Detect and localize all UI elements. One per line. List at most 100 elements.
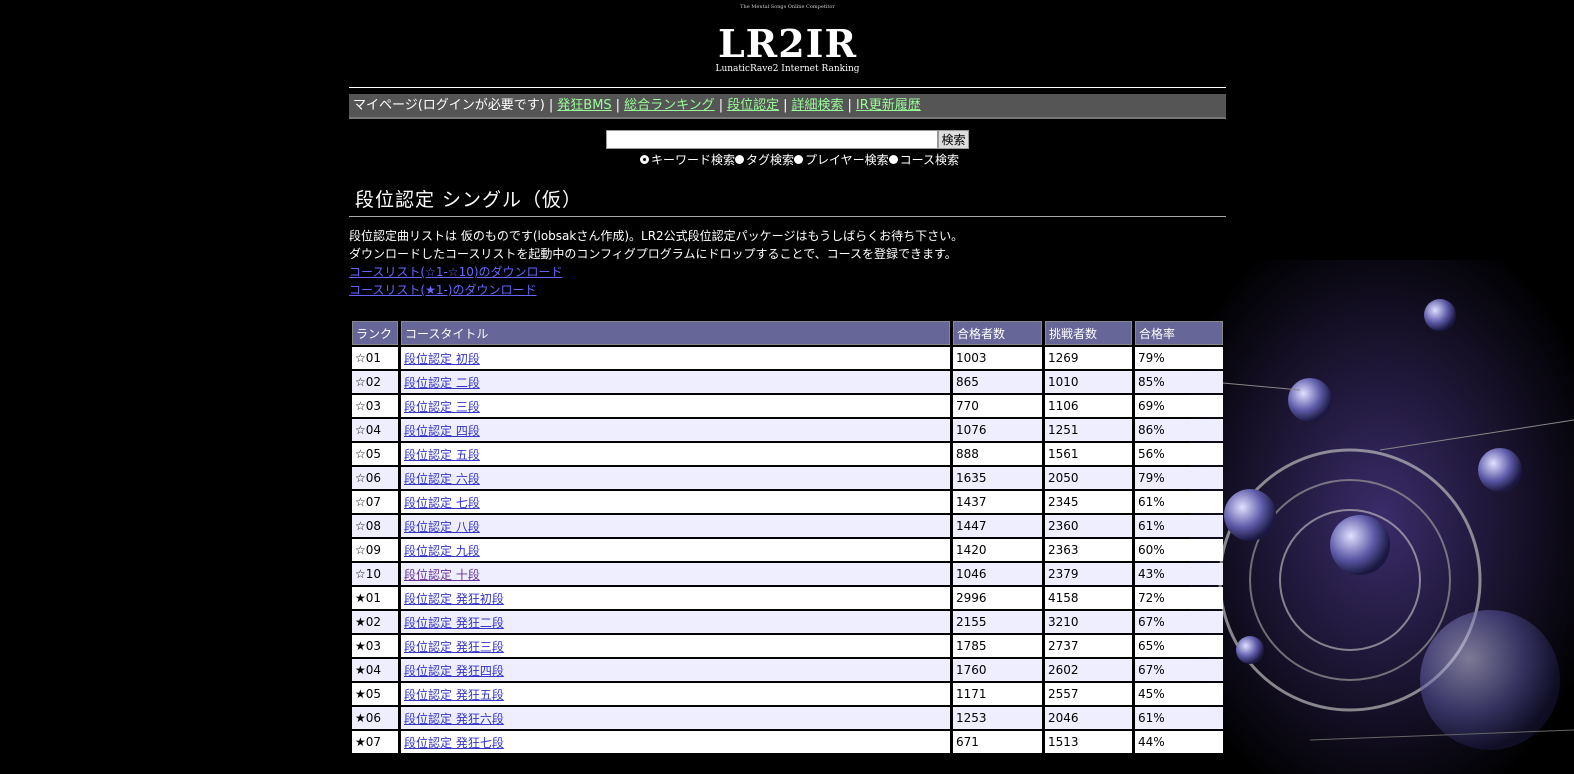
course-table-container: ランク コースタイトル 合格者数 挑戦者数 合格率 ☆01 段位認定 初段 1003…	[349, 319, 1226, 755]
course-title-cell[interactable]: 段位認定 六段	[401, 467, 950, 489]
challengers-cell: 2050	[1045, 467, 1132, 489]
radio-selected-icon[interactable]	[639, 155, 649, 164]
nav-mypage[interactable]: マイページ(ログインが必要です)	[353, 98, 545, 113]
passed-cell: 1447	[953, 515, 1042, 537]
course-title-cell[interactable]: 段位認定 二段	[401, 371, 950, 393]
rank-cell: ★01	[352, 587, 398, 609]
radio-course[interactable]: コース検索	[888, 151, 959, 168]
radio-icon[interactable]	[793, 155, 803, 164]
radio-tag[interactable]: タグ検索	[734, 151, 794, 168]
challengers-cell: 2363	[1045, 539, 1132, 561]
main-container: The Mental Songs Online Competitor LR2IR…	[349, 0, 1226, 755]
nav-item-overall-ranking[interactable]: 総合ランキング	[624, 98, 715, 113]
course-title-cell[interactable]: 段位認定 三段	[401, 395, 950, 417]
course-link[interactable]: 段位認定 発狂六段	[404, 712, 504, 726]
nav-item-hakkyou-bms[interactable]: 発狂BMS	[557, 98, 611, 113]
rank-cell: ☆07	[352, 491, 398, 513]
course-link[interactable]: 段位認定 発狂二段	[404, 616, 504, 630]
rank-cell: ★02	[352, 611, 398, 633]
course-title-cell[interactable]: 段位認定 発狂三段	[401, 635, 950, 657]
header-passed: 合格者数	[953, 321, 1042, 345]
pass-rate-cell: 85%	[1135, 371, 1223, 393]
table-row: ★05 段位認定 発狂五段 1171 2557 45%	[352, 683, 1223, 705]
challengers-cell: 1010	[1045, 371, 1132, 393]
description-line-2: ダウンロードしたコースリストを起動中のコンフィグプログラムにドロップすることで、…	[349, 247, 957, 261]
search-button[interactable]: 検索	[938, 130, 969, 149]
course-title-cell[interactable]: 段位認定 四段	[401, 419, 950, 441]
course-link[interactable]: 段位認定 十段	[404, 568, 480, 582]
challengers-cell: 1269	[1045, 347, 1132, 369]
pass-rate-cell: 45%	[1135, 683, 1223, 705]
nav-bar: マイページ(ログインが必要です) | 発狂BMS | 総合ランキング | 段位認定 | 詳細検索…	[349, 94, 1226, 119]
course-title-cell[interactable]: 段位認定 九段	[401, 539, 950, 561]
course-title-cell[interactable]: 段位認定 発狂六段	[401, 707, 950, 729]
course-title-cell[interactable]: 段位認定 発狂五段	[401, 683, 950, 705]
pass-rate-cell: 79%	[1135, 467, 1223, 489]
course-link[interactable]: 段位認定 七段	[404, 496, 480, 510]
course-link[interactable]: 段位認定 初段	[404, 352, 480, 366]
course-link[interactable]: 段位認定 五段	[404, 448, 480, 462]
course-link[interactable]: 段位認定 四段	[404, 424, 480, 438]
rank-cell: ☆01	[352, 347, 398, 369]
download-link-star-black[interactable]: コースリスト(★1-)のダウンロード	[349, 283, 537, 297]
course-title-cell[interactable]: 段位認定 発狂初段	[401, 587, 950, 609]
radio-icon[interactable]	[888, 155, 898, 164]
nav-item-ir-history[interactable]: IR更新履歴	[856, 98, 921, 113]
challengers-cell: 2379	[1045, 563, 1132, 585]
pass-rate-cell: 56%	[1135, 443, 1223, 465]
lr2ir-logo[interactable]: The Mental Songs Online Competitor LR2IR…	[349, 0, 1226, 88]
course-link[interactable]: 段位認定 発狂五段	[404, 688, 504, 702]
course-link[interactable]: 段位認定 八段	[404, 520, 480, 534]
table-row: ★04 段位認定 発狂四段 1760 2602 67%	[352, 659, 1223, 681]
passed-cell: 1437	[953, 491, 1042, 513]
passed-cell: 1635	[953, 467, 1042, 489]
course-link[interactable]: 段位認定 発狂七段	[404, 736, 504, 750]
passed-cell: 1253	[953, 707, 1042, 729]
pass-rate-cell: 43%	[1135, 563, 1223, 585]
table-row: ☆08 段位認定 八段 1447 2360 61%	[352, 515, 1223, 537]
search-input[interactable]	[606, 130, 939, 149]
course-link[interactable]: 段位認定 発狂四段	[404, 664, 504, 678]
challengers-cell: 2737	[1045, 635, 1132, 657]
passed-cell: 1420	[953, 539, 1042, 561]
header-rank: ランク	[352, 321, 398, 345]
table-row: ☆07 段位認定 七段 1437 2345 61%	[352, 491, 1223, 513]
table-row: ☆05 段位認定 五段 888 1561 56%	[352, 443, 1223, 465]
pass-rate-cell: 44%	[1135, 731, 1223, 753]
table-row: ★01 段位認定 発狂初段 2996 4158 72%	[352, 587, 1223, 609]
rank-cell: ★07	[352, 731, 398, 753]
pass-rate-cell: 61%	[1135, 515, 1223, 537]
course-link[interactable]: 段位認定 六段	[404, 472, 480, 486]
nav-item-advanced-search[interactable]: 詳細検索	[791, 98, 843, 113]
course-title-cell[interactable]: 段位認定 初段	[401, 347, 950, 369]
course-title-cell[interactable]: 段位認定 発狂七段	[401, 731, 950, 753]
download-link-star-white[interactable]: コースリスト(☆1-☆10)のダウンロード	[349, 265, 563, 279]
challengers-cell: 1513	[1045, 731, 1132, 753]
header-pass-rate: 合格率	[1135, 321, 1223, 345]
radio-icon[interactable]	[734, 155, 744, 164]
course-title-cell[interactable]: 段位認定 五段	[401, 443, 950, 465]
radio-keyword[interactable]: キーワード検索	[639, 151, 735, 168]
course-title-cell[interactable]: 段位認定 発狂二段	[401, 611, 950, 633]
rank-cell: ★04	[352, 659, 398, 681]
course-title-cell[interactable]: 段位認定 七段	[401, 491, 950, 513]
table-row: ★02 段位認定 発狂二段 2155 3210 67%	[352, 611, 1223, 633]
course-link[interactable]: 段位認定 三段	[404, 400, 480, 414]
table-row: ☆01 段位認定 初段 1003 1269 79%	[352, 347, 1223, 369]
course-title-cell[interactable]: 段位認定 八段	[401, 515, 950, 537]
rank-cell: ☆05	[352, 443, 398, 465]
radio-player[interactable]: プレイヤー検索	[793, 151, 889, 168]
course-link[interactable]: 段位認定 発狂三段	[404, 640, 504, 654]
passed-cell: 2996	[953, 587, 1042, 609]
course-title-cell[interactable]: 段位認定 発狂四段	[401, 659, 950, 681]
course-link[interactable]: 段位認定 発狂初段	[404, 592, 504, 606]
course-link[interactable]: 段位認定 九段	[404, 544, 480, 558]
course-link[interactable]: 段位認定 二段	[404, 376, 480, 390]
course-title-cell[interactable]: 段位認定 十段	[401, 563, 950, 585]
logo-subtitle: LunaticRave2 Internet Ranking	[715, 64, 860, 74]
challengers-cell: 2557	[1045, 683, 1132, 705]
nav-item-dan-nintei[interactable]: 段位認定	[727, 98, 779, 113]
pass-rate-cell: 79%	[1135, 347, 1223, 369]
passed-cell: 2155	[953, 611, 1042, 633]
rank-cell: ★05	[352, 683, 398, 705]
